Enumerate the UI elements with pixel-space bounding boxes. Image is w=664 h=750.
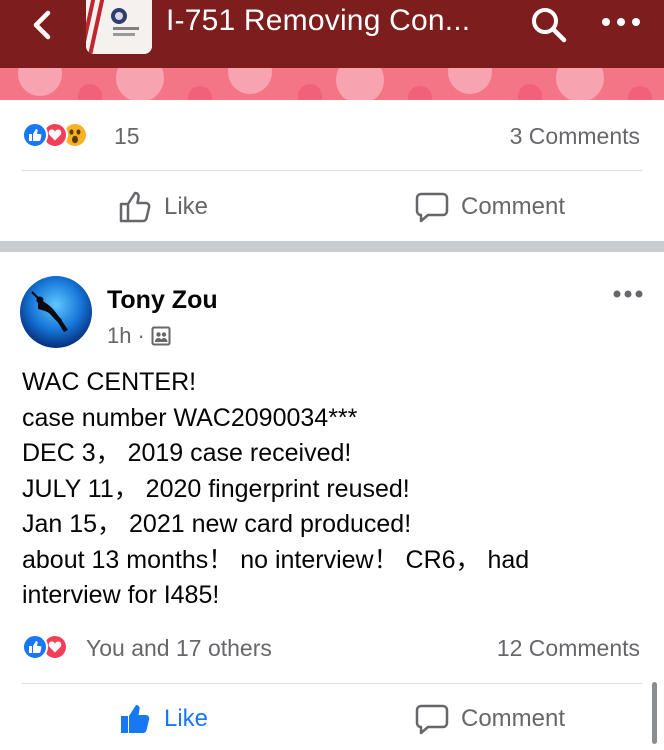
like-button[interactable]: Like <box>118 190 208 224</box>
comments-count[interactable]: 12 Comments <box>497 635 640 662</box>
post-line: interview for I485! <box>22 581 220 609</box>
previous-post-image[interactable] <box>0 68 664 100</box>
divider <box>22 170 642 171</box>
post-line: about 13 months！ no interview！ CR6， had <box>22 545 530 574</box>
comment-label: Comment <box>461 705 566 732</box>
more-options-icon[interactable] <box>600 16 642 28</box>
group-cover-thumbnail[interactable] <box>86 0 152 54</box>
reaction-count[interactable]: 15 <box>114 123 140 150</box>
reaction-icons[interactable] <box>22 634 68 660</box>
like-reaction-icon <box>22 122 48 148</box>
post-line: case number WAC2090034*** <box>22 403 358 432</box>
post-separator <box>0 241 664 252</box>
like-icon-filled <box>121 705 150 733</box>
comments-count[interactable]: 3 Comments <box>510 123 640 150</box>
avatar[interactable] <box>20 276 92 348</box>
post-options-icon[interactable] <box>612 289 644 299</box>
like-icon <box>119 191 151 223</box>
back-arrow-icon[interactable] <box>26 8 60 42</box>
post-line: WAC CENTER! <box>22 368 197 396</box>
scrollbar[interactable] <box>652 682 657 744</box>
comment-button[interactable]: Comment <box>415 190 565 224</box>
reactions-summary[interactable]: You and 17 others <box>86 635 272 662</box>
comment-icon <box>415 704 449 735</box>
post-meta: 1h · <box>107 323 171 349</box>
meta-separator: · <box>137 323 145 348</box>
comment-button[interactable]: Comment <box>415 702 565 736</box>
post-line: DEC 3， 2019 case received! <box>22 439 352 467</box>
post-line: Jan 15， 2021 new card produced! <box>22 510 412 538</box>
author-name[interactable]: Tony Zou <box>107 286 218 315</box>
like-reaction-icon <box>22 634 48 660</box>
search-icon[interactable] <box>530 6 568 44</box>
divider <box>22 683 642 684</box>
comment-label: Comment <box>461 193 566 220</box>
reaction-icons[interactable] <box>22 122 88 148</box>
comment-icon <box>415 192 449 223</box>
like-button[interactable]: Like <box>118 702 208 736</box>
top-app-bar: I-751 Removing Con... <box>0 0 664 68</box>
post-line: JULY 11， 2020 fingerprint reused! <box>22 474 410 503</box>
post-text: WAC CENTER! case number WAC2090034*** DE… <box>22 365 642 614</box>
group-title[interactable]: I-751 Removing Con... <box>166 4 470 38</box>
post-time[interactable]: 1h <box>107 323 131 349</box>
like-label: Like <box>164 193 209 220</box>
group-audience-icon <box>151 326 171 346</box>
like-label: Like <box>164 705 209 732</box>
